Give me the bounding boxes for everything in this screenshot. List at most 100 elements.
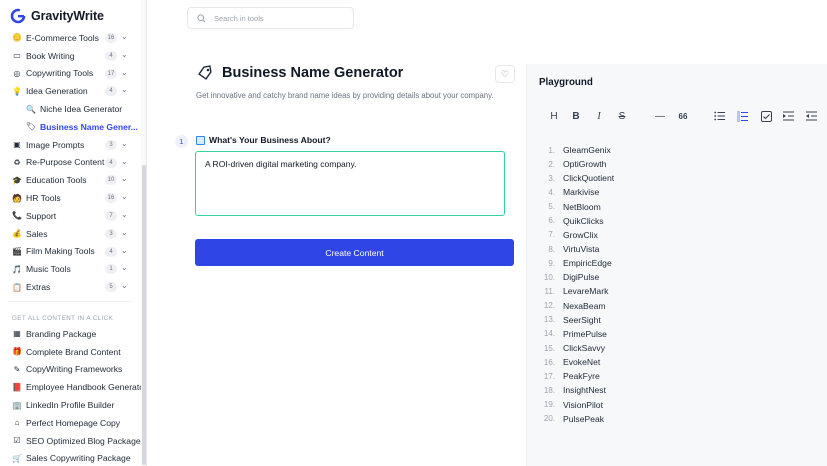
italic-button[interactable]: I <box>592 109 606 123</box>
chevron-down-icon[interactable]: ⌄ <box>121 50 128 59</box>
chevron-down-icon[interactable]: ⌄ <box>121 228 128 237</box>
person-laptop-icon: 🧑 <box>12 193 22 203</box>
sidebar-item-extras[interactable]: 📋 Extras 5 ⌄ <box>0 278 141 296</box>
list-item[interactable]: 2. OptiGrowth <box>537 157 614 171</box>
package-item-copywriting-frameworks[interactable]: ✎ CopyWriting Frameworks <box>0 361 141 379</box>
package-item-linkedin-profile-builder[interactable]: 🏢 LinkedIn Profile Builder <box>0 396 141 414</box>
list-item[interactable]: 19. VisionPilot <box>537 398 614 412</box>
chevron-down-icon[interactable]: ⌄ <box>121 192 128 201</box>
list-item[interactable]: 12. NexaBeam <box>537 299 614 313</box>
list-item[interactable]: 6. QuikClicks <box>537 214 614 228</box>
search-input[interactable] <box>214 13 334 23</box>
chevron-down-icon[interactable]: ⌄ <box>121 246 128 255</box>
list-item[interactable]: 9. EmpiricEdge <box>537 256 614 270</box>
list-number: 14. <box>543 329 555 339</box>
list-item[interactable]: 5. NetBloom <box>537 200 614 214</box>
outdent-icon[interactable] <box>804 109 818 123</box>
package-item-seo-optimized-blog-package[interactable]: ☑ SEO Optimized Blog Package <box>0 432 141 450</box>
list-item[interactable]: 16. EvokeNet <box>537 355 614 369</box>
count-badge: 4 <box>105 86 117 97</box>
chevron-down-icon[interactable]: ⌄ <box>121 32 128 41</box>
list-number: 11. <box>544 286 555 296</box>
chevron-down-icon[interactable]: ⌄ <box>121 281 128 290</box>
list-item[interactable]: 18. InsightNest <box>537 383 614 397</box>
package-item-branding-package[interactable]: ▦ Branding Package <box>0 325 141 343</box>
page-subtitle: Get innovative and catchy brand name ide… <box>196 91 494 100</box>
create-content-button[interactable]: Create Content <box>195 239 514 266</box>
package-item-employee-handbook-generator[interactable]: 📕 Employee Handbook Generator <box>0 378 146 396</box>
sidebar-item-business-name-gener[interactable]: 🏷 Business Name Gener... <box>0 118 141 136</box>
chevron-down-icon[interactable]: ⌄ <box>121 174 128 183</box>
question-text: What's Your Business About? <box>209 135 331 145</box>
bold-button[interactable]: B <box>569 109 583 123</box>
list-item[interactable]: 3. ClickQuotient <box>537 171 614 185</box>
list-item[interactable]: 11. LevareMark <box>537 284 614 298</box>
list-item[interactable]: 14. PrimePulse <box>537 327 614 341</box>
list-item[interactable]: 7. GrowClix <box>537 228 614 242</box>
phone-icon: 📞 <box>12 211 22 221</box>
sidebar-item-copywriting-tools[interactable]: ◎ Copywriting Tools 17 ⌄ <box>0 65 141 83</box>
list-item[interactable]: 15. ClickSavvy <box>537 341 614 355</box>
sidebar-item-label: Sales Copywriting Package <box>26 453 131 464</box>
business-description-input[interactable]: A ROI-driven digital marketing company. <box>195 151 505 216</box>
list-item[interactable]: 10. DigiPulse <box>537 270 614 284</box>
sidebar-item-film-making-tools[interactable]: 🎬 Film Making Tools 4 ⌄ <box>0 243 141 261</box>
result-name: Markivise <box>563 187 600 198</box>
list-item[interactable]: 8. VirtuVista <box>537 242 614 256</box>
result-name: QuikClicks <box>563 215 604 226</box>
chevron-down-icon[interactable]: ⌄ <box>121 210 128 219</box>
heading-button[interactable]: H <box>547 109 561 123</box>
bullet-list-icon[interactable] <box>712 109 726 123</box>
result-name: LevareMark <box>563 286 609 297</box>
chevron-down-icon[interactable]: ⌄ <box>121 157 128 166</box>
chevron-down-icon[interactable]: ⌄ <box>121 68 128 77</box>
chevron-down-icon[interactable]: ⌄ <box>121 85 128 94</box>
sidebar-item-support[interactable]: 📞 Support 7 ⌄ <box>0 207 141 225</box>
target-icon: ◎ <box>13 68 21 78</box>
count-badge: 16 <box>105 33 117 43</box>
package-item-complete-brand-content[interactable]: 🎁 Complete Brand Content <box>0 343 141 361</box>
sidebar-item-e-commerce-tools[interactable]: 🪙 E-Commerce Tools 16 ⌄ <box>0 29 141 47</box>
sidebar-item-re-purpose-content[interactable]: ♻ Re-Purpose Content 4 ⌄ <box>0 154 141 172</box>
sidebar-item-book-writing[interactable]: ▭ Book Writing 4 ⌄ <box>0 47 141 65</box>
logo[interactable]: GravityWrite <box>10 8 104 24</box>
sidebar-item-music-tools[interactable]: 🎵 Music Tools 1 ⌄ <box>0 260 141 278</box>
sidebar-item-image-prompts[interactable]: ▣ Image Prompts 3 ⌄ <box>0 136 141 154</box>
sidebar-item-education-tools[interactable]: 🎓 Education Tools 10 ⌄ <box>0 171 141 189</box>
list-item[interactable]: 13. SeerSight <box>537 313 614 327</box>
heart-icon: ♡ <box>500 68 510 79</box>
sidebar-item-label: Branding Package <box>26 328 97 339</box>
chevron-down-icon[interactable]: ⌄ <box>121 263 128 272</box>
sidebar-item-label: Copywriting Tools <box>26 68 94 79</box>
result-name: ClickSavvy <box>563 343 606 354</box>
favorite-button[interactable]: ♡ <box>495 65 515 83</box>
numbered-list-icon[interactable] <box>735 109 749 123</box>
sidebar-scrollbar-thumb[interactable] <box>142 165 146 465</box>
result-list[interactable]: 1. GleamGenix 2. OptiGrowth 3. ClickQuotient 4… <box>537 143 614 426</box>
quote-button[interactable]: 66 <box>676 109 690 123</box>
sidebar-item-sales[interactable]: 💰 Sales 3 ⌄ <box>0 225 141 243</box>
sidebar-item-idea-generation[interactable]: 💡 Idea Generation 4 ⌄ <box>0 82 141 100</box>
list-number: 19. <box>543 400 555 410</box>
list-item[interactable]: 20. PulsePeak <box>537 412 614 426</box>
search-bar[interactable] <box>187 7 354 29</box>
result-name: EvokeNet <box>563 357 601 368</box>
result-name: VirtuVista <box>563 244 600 255</box>
strikethrough-button[interactable]: S <box>615 109 629 123</box>
package-item-perfect-homepage-copy[interactable]: ⌂ Perfect Homepage Copy <box>0 414 141 432</box>
chevron-down-icon[interactable]: ⌄ <box>121 139 128 148</box>
list-item[interactable]: 4. Markivise <box>537 185 614 199</box>
sidebar-item-label: CopyWriting Frameworks <box>26 364 123 375</box>
horizontal-rule-button[interactable]: — <box>653 109 667 123</box>
sidebar-item-label: Niche Idea Generator <box>40 104 123 115</box>
list-item[interactable]: 17. PeakFyre <box>537 369 614 383</box>
package-item-sales-copywriting-package[interactable]: 🛒 Sales Copywriting Package <box>0 450 141 466</box>
checklist-icon[interactable] <box>759 109 773 123</box>
result-name: SeerSight <box>563 314 601 325</box>
indent-icon[interactable] <box>781 109 795 123</box>
list-item[interactable]: 1. GleamGenix <box>537 143 614 157</box>
list-number: 5. <box>548 202 555 212</box>
image-icon: ▣ <box>13 140 21 150</box>
sidebar-item-hr-tools[interactable]: 🧑 HR Tools 16 ⌄ <box>0 189 141 207</box>
sidebar-item-niche-idea-generator[interactable]: 🔍 Niche Idea Generator <box>0 100 141 118</box>
